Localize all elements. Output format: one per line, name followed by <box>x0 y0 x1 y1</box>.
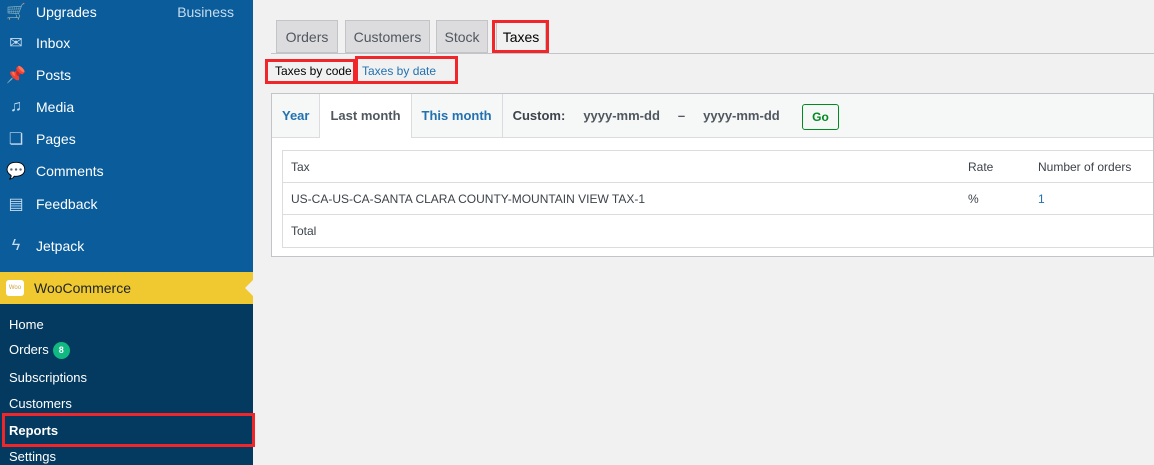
media-icon: ♫ <box>10 98 22 115</box>
submenu-subscriptions[interactable]: Subscriptions <box>9 370 87 385</box>
date-separator: – <box>677 108 686 123</box>
menu-comments[interactable]: 💬 Comments <box>0 155 253 187</box>
end-date-input[interactable]: yyyy-mm-dd <box>703 108 780 123</box>
highlight-box <box>355 56 458 84</box>
menu-feedback[interactable]: ▤ Feedback <box>0 188 253 220</box>
tab-divider <box>271 53 1154 54</box>
submenu-home[interactable]: Home <box>9 317 44 332</box>
menu-label: Pages <box>36 131 76 147</box>
range-year[interactable]: Year <box>272 93 321 138</box>
tab-orders[interactable]: Orders <box>276 20 338 53</box>
tax-orders[interactable]: 1 <box>1038 192 1045 206</box>
date-range-bar: Year Last month This month Custom: yyyy-… <box>272 93 1153 138</box>
menu-inbox[interactable]: ✉ Inbox <box>0 27 253 59</box>
header-orders: Number of orders <box>1038 159 1132 174</box>
header-rate: Rate <box>968 159 994 174</box>
menu-jetpack[interactable]: ϟ Jetpack <box>0 230 253 262</box>
menu-label: Feedback <box>36 196 98 212</box>
cart-icon: 🛒 <box>6 4 26 21</box>
pages-icon: ❏ <box>8 131 24 148</box>
start-date-input[interactable]: yyyy-mm-dd <box>583 108 660 123</box>
menu-label: Comments <box>36 163 104 179</box>
header-tax: Tax <box>291 159 310 174</box>
highlight-box <box>2 413 255 447</box>
tax-rate: % <box>968 191 979 206</box>
menu-upgrades[interactable]: 🛒 Upgrades Business <box>0 0 253 28</box>
menu-label: Inbox <box>36 35 71 51</box>
submenu-settings[interactable]: Settings <box>9 449 56 464</box>
range-last-month[interactable]: Last month <box>320 93 412 138</box>
menu-posts[interactable]: 📌 Posts <box>0 59 253 91</box>
admin-sidebar: 🛒 Upgrades Business ✉ Inbox 📌 Posts ♫ Media ❏… <box>0 0 255 465</box>
comment-icon: 💬 <box>6 163 26 180</box>
feedback-icon: ▤ <box>8 196 24 213</box>
plan-label: Business <box>177 4 234 20</box>
pin-icon: 📌 <box>6 67 26 84</box>
table-header: Tax Rate Number of orders <box>283 151 1153 183</box>
main-content: Orders Customers Stock Taxes Taxes by co… <box>253 0 1154 465</box>
menu-label: Media <box>36 99 75 115</box>
menu-woocommerce[interactable]: Woo WooCommerce <box>0 272 253 304</box>
jetpack-icon: ϟ <box>11 237 21 254</box>
highlight-box <box>492 20 549 53</box>
tab-stock[interactable]: Stock <box>436 20 488 53</box>
custom-label: Custom: <box>512 108 566 123</box>
table-row: US-CA-US-CA-SANTA CLARA COUNTY-MOUNTAIN … <box>283 183 1153 215</box>
menu-pages[interactable]: ❏ Pages <box>0 123 253 155</box>
tab-customers[interactable]: Customers <box>345 20 430 53</box>
report-panel: Year Last month This month Custom: yyyy-… <box>271 93 1154 257</box>
menu-media[interactable]: ♫ Media <box>0 91 253 123</box>
taxes-table: Tax Rate Number of orders US-CA-US-CA-SA… <box>282 150 1153 248</box>
menu-label: Jetpack <box>36 238 85 254</box>
menu-label: Upgrades <box>36 4 97 20</box>
menu-label: WooCommerce <box>34 280 131 296</box>
menu-label: Orders <box>9 342 49 357</box>
menu-label: Posts <box>36 67 72 83</box>
range-this-month[interactable]: This month <box>412 93 503 138</box>
go-button[interactable]: Go <box>802 104 839 130</box>
current-arrow <box>245 280 253 296</box>
submenu-customers[interactable]: Customers <box>9 396 72 411</box>
submenu-orders[interactable]: Orders 8 <box>9 342 70 360</box>
orders-count-badge: 8 <box>52 342 70 360</box>
mail-icon: ✉ <box>9 35 23 52</box>
tax-name: US-CA-US-CA-SANTA CLARA COUNTY-MOUNTAIN … <box>291 191 646 206</box>
total-label: Total <box>291 224 317 238</box>
highlight-box <box>265 59 356 84</box>
table-total-row: Total <box>283 215 1153 247</box>
woo-logo-icon: Woo <box>6 280 24 296</box>
